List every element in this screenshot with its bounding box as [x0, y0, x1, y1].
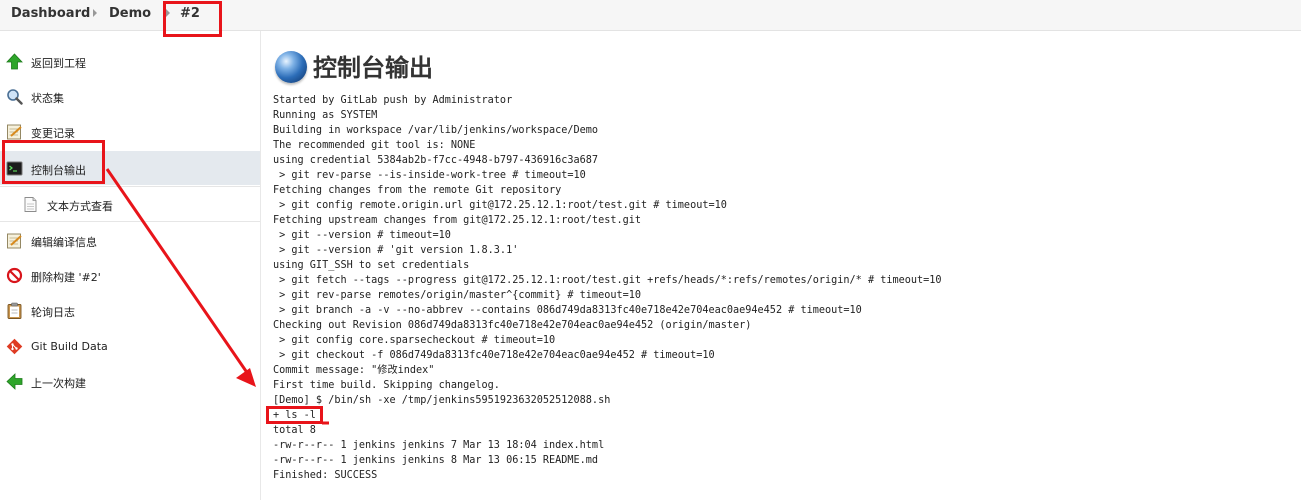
git-icon	[6, 338, 23, 355]
sidebar-item-view-as-plain-text[interactable]: 文本方式查看	[0, 186, 260, 222]
document-icon	[24, 197, 37, 212]
sidebar: 返回到工程 状态集 变更记录 控制台输出 文本方式查看 编辑编译信息 删除构建 …	[0, 31, 261, 500]
sidebar-item-label: 状态集	[31, 92, 64, 105]
console-line: > git --version # 'git version 1.8.3.1'	[273, 245, 519, 256]
notepad-icon	[7, 124, 22, 140]
console-line: Building in workspace /var/lib/jenkins/w…	[273, 125, 599, 136]
console-line: Commit message: "修改index"	[273, 365, 435, 376]
console-line: total 8	[273, 425, 316, 436]
console-line: Started by GitLab push by Administrator	[273, 95, 513, 106]
sidebar-item-label: 文本方式查看	[47, 200, 113, 213]
sidebar-item-label: 编辑编译信息	[31, 236, 97, 249]
console-line: Fetching changes from the remote Git rep…	[273, 185, 562, 196]
sidebar-item-label: 变更记录	[31, 127, 75, 140]
globe-icon	[275, 51, 307, 83]
sidebar-item-label: 返回到工程	[31, 57, 86, 70]
console-line: -rw-r--r-- 1 jenkins jenkins 8 Mar 13 06…	[273, 455, 599, 466]
console-line: -rw-r--r-- 1 jenkins jenkins 7 Mar 13 18…	[273, 440, 605, 451]
left-arrow-icon	[6, 373, 23, 390]
clipboard-icon	[7, 302, 22, 319]
console-line: > git checkout -f 086d749da8313fc40e718e…	[273, 350, 715, 361]
sidebar-item-git-build-data[interactable]: Git Build Data	[0, 329, 260, 363]
console-line: Running as SYSTEM	[273, 110, 378, 121]
console-line: using credential 5384ab2b-f7cc-4948-b797…	[273, 155, 599, 166]
sidebar-item-changes[interactable]: 变更记录	[0, 114, 260, 148]
console-line: using GIT_SSH to set credentials	[273, 260, 470, 271]
console-line: > git --version # timeout=10	[273, 230, 451, 241]
sidebar-item-label: 删除构建 '#2'	[31, 271, 101, 284]
sidebar-item-label: 上一次构建	[31, 377, 86, 390]
breadcrumb: Dashboard Demo #2	[0, 0, 1301, 31]
sidebar-item-back-to-project[interactable]: 返回到工程	[0, 44, 260, 78]
breadcrumb-separator-icon	[166, 9, 170, 17]
console-output: Started by GitLab push by Administrator R…	[273, 93, 942, 483]
sidebar-item-delete-build[interactable]: 删除构建 '#2'	[0, 258, 260, 292]
sidebar-item-polling-log[interactable]: 轮询日志	[0, 293, 260, 327]
sidebar-item-edit-build-info[interactable]: 编辑编译信息	[0, 223, 260, 257]
sidebar-item-label: 控制台输出	[31, 164, 86, 177]
console-line: > git config remote.origin.url git@172.2…	[273, 200, 727, 211]
sidebar-item-status[interactable]: 状态集	[0, 79, 260, 113]
console-line: > git fetch --tags --progress git@172.25…	[273, 275, 942, 286]
up-arrow-icon	[6, 53, 23, 70]
console-line: > git config core.sparsecheckout # timeo…	[273, 335, 556, 346]
sidebar-item-label: Git Build Data	[31, 340, 108, 353]
sidebar-item-previous-build[interactable]: 上一次构建	[0, 364, 260, 398]
no-entry-icon	[6, 267, 23, 284]
console-line: First time build. Skipping changelog.	[273, 380, 500, 391]
sidebar-item-label: 轮询日志	[31, 306, 75, 319]
page-title: 控制台输出	[313, 54, 433, 82]
console-line: > git branch -a -v --no-abbrev --contain…	[273, 305, 862, 316]
console-line: + ls -l	[273, 410, 316, 421]
breadcrumb-separator-icon	[93, 9, 97, 17]
console-line: > git rev-parse --is-inside-work-tree # …	[273, 170, 586, 181]
notepad-icon	[7, 233, 22, 249]
console-line: [Demo] $ /bin/sh -xe /tmp/jenkins5951923…	[273, 395, 611, 406]
terminal-icon	[6, 161, 23, 176]
console-line: Fetching upstream changes from git@172.2…	[273, 215, 642, 226]
breadcrumb-build[interactable]: #2	[180, 6, 200, 21]
sidebar-divider	[260, 31, 261, 500]
sidebar-item-console-output[interactable]: 控制台输出	[0, 151, 260, 185]
console-line: > git rev-parse remotes/origin/master^{c…	[273, 290, 642, 301]
breadcrumb-demo[interactable]: Demo	[109, 6, 151, 21]
console-line: Checking out Revision 086d749da8313fc40e…	[273, 320, 752, 331]
breadcrumb-dashboard[interactable]: Dashboard	[11, 6, 90, 21]
console-line: The recommended git tool is: NONE	[273, 140, 476, 151]
console-line: Finished: SUCCESS	[273, 470, 378, 481]
search-icon	[7, 89, 23, 105]
